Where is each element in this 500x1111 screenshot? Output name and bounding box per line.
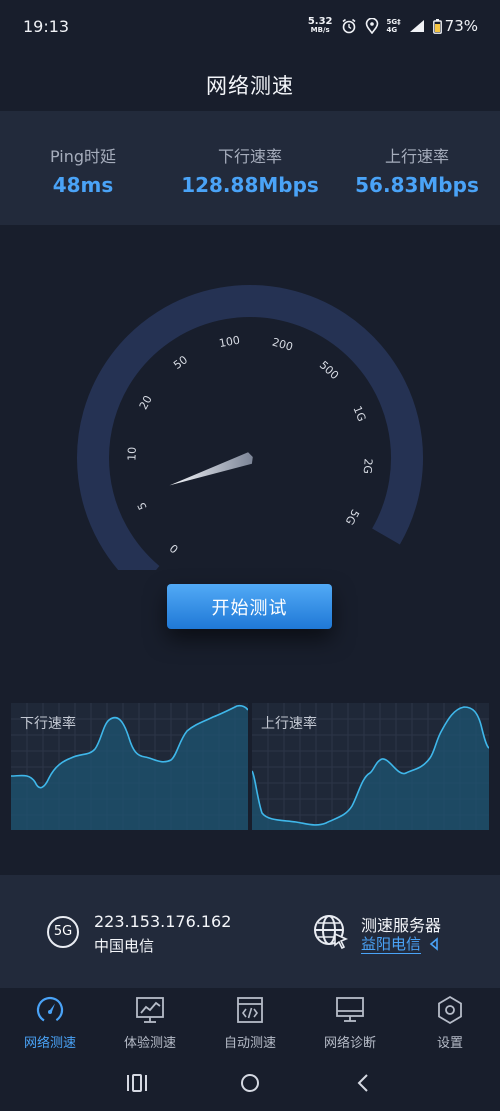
gauge-tick-label: 50: [171, 353, 190, 372]
nav-label: 网络测速: [23, 1036, 76, 1051]
net-speed-value: 5.32: [307, 16, 333, 27]
gauge-tick-label: 5: [135, 500, 150, 512]
upload-label: 上行速率: [384, 147, 449, 166]
nav-item-auto-test[interactable]: 自动测速: [200, 989, 300, 1055]
upload-stat: 上行速率 56.83Mbps: [334, 143, 500, 197]
gauge-tick-label: 10: [125, 447, 138, 461]
ping-value: 48ms: [52, 173, 114, 197]
nav-item-network-diagnosis[interactable]: 网络诊断: [300, 989, 400, 1055]
battery-icon: [432, 18, 442, 34]
nav-item-speed-test[interactable]: 网络测速: [0, 989, 100, 1055]
triangle-left-icon[interactable]: [429, 937, 439, 951]
signal-icon: [409, 20, 424, 32]
download-stat: 下行速率 128.88Mbps: [167, 143, 333, 197]
nav-label: 体验测速: [123, 1036, 176, 1051]
net-speed-unit: MB/s: [310, 26, 330, 34]
gauge-needle: [169, 452, 253, 486]
gauge-tick-label: 2G: [361, 458, 375, 474]
speed-gauge: 0 5 10 20 50 100 200 500 1G 2G 5G: [77, 285, 424, 570]
server-title: 测速服务器: [361, 916, 442, 935]
gauge-tick-label: 1G: [350, 404, 368, 423]
nav-item-settings[interactable]: 设置: [400, 989, 500, 1055]
recents-icon[interactable]: [127, 1074, 147, 1092]
gauge-tick-label: 200: [271, 335, 295, 353]
code-file-icon: [237, 997, 263, 1023]
upload-speed-graph: 上行速率: [251, 703, 490, 830]
status-bar: 19:13 5.32 MB/s 5G‡ 4G 73%: [0, 0, 500, 52]
globe-cursor-icon: [314, 915, 349, 950]
upload-graph-label: 上行速率: [261, 716, 317, 732]
hexagon-gear-icon: [438, 995, 462, 1025]
battery-percent: 73%: [444, 17, 478, 35]
system-nav-bar: [127, 1074, 368, 1092]
gauge-ring: [77, 285, 424, 570]
server-name-link[interactable]: 益阳电信: [361, 935, 422, 954]
carrier-name: 中国电信: [94, 937, 155, 955]
monitor-icon: [336, 997, 364, 1022]
stats-panel: Ping时延 48ms 下行速率 128.88Mbps 上行速率 56.83Mb…: [0, 111, 500, 225]
upload-value: 56.83Mbps: [355, 173, 479, 197]
gauge-tick-label: 500: [317, 358, 341, 382]
nav-label: 网络诊断: [323, 1036, 376, 1051]
ping-label: Ping时延: [49, 147, 117, 166]
back-icon[interactable]: [357, 1074, 368, 1092]
bottom-nav: 网络测速 体验测速 自动测速 网络诊断 设置: [0, 989, 500, 1055]
page-title: 网络测速: [206, 74, 294, 98]
ip-address: 223.153.176.162: [94, 912, 232, 931]
network-type-indicator: 5G‡ 4G: [386, 18, 401, 34]
battery-indicator: 73%: [432, 17, 478, 35]
gauge-tick-label: 5G: [343, 507, 362, 527]
download-label: 下行速率: [217, 147, 282, 166]
download-value: 128.88Mbps: [181, 173, 319, 197]
ping-stat: Ping时延 48ms: [0, 143, 166, 197]
nav-label: 设置: [436, 1036, 463, 1051]
start-test-button[interactable]: 开始测试: [167, 584, 332, 629]
status-time: 19:13: [23, 17, 70, 36]
gauge-tick-label: 0: [167, 541, 181, 555]
net-speed-indicator: 5.32 MB/s: [308, 17, 333, 35]
alarm-icon: [342, 18, 356, 34]
status-icons: 5.32 MB/s 5G‡ 4G 73%: [308, 14, 478, 38]
location-icon: [365, 18, 378, 34]
download-graph-label: 下行速率: [20, 716, 76, 732]
chart-monitor-icon: [136, 997, 164, 1023]
network-type-badge: 5G: [47, 916, 79, 948]
nav-item-experience-test[interactable]: 体验测速: [100, 989, 200, 1055]
home-icon[interactable]: [241, 1074, 259, 1092]
download-speed-graph: 下行速率: [10, 703, 249, 830]
nav-label: 自动测速: [223, 1036, 276, 1051]
gauge-tick-label: 20: [137, 393, 155, 411]
speedometer-icon: [36, 996, 64, 1024]
gauge-tick-labels: 0 5 10 20 50 100 200 500 1G 2G 5G: [125, 334, 374, 556]
gauge-tick-label: 100: [218, 334, 241, 350]
